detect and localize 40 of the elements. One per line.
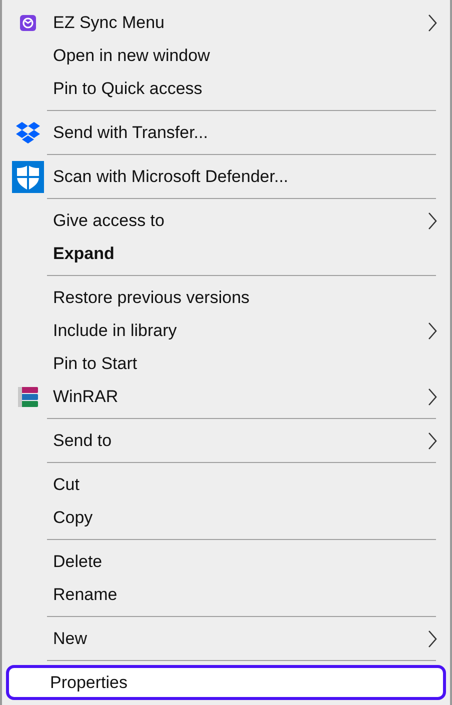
menu-item[interactable]: Give access to <box>9 204 443 237</box>
menu-item[interactable]: Include in library <box>9 314 443 347</box>
menu-item-label: Cut <box>53 474 80 496</box>
sync-icon <box>20 14 36 30</box>
menu-item[interactable]: Properties <box>6 665 446 700</box>
menu-item-label: Give access to <box>53 210 164 232</box>
menu-item-label: Expand <box>53 242 114 265</box>
menu-item-label: Properties <box>50 672 128 694</box>
menu-item-label: EZ Sync Menu <box>53 12 164 34</box>
menu-item[interactable]: Send to <box>9 424 443 457</box>
menu-item[interactable]: Pin to Start <box>9 347 443 380</box>
shield-icon <box>12 160 44 192</box>
menu-item-label: Open in new window <box>53 44 210 67</box>
books-icon <box>16 384 40 408</box>
menu-item[interactable]: Rename <box>9 578 443 611</box>
menu-item-label: New <box>53 628 88 650</box>
menu-item-label: Scan with Microsoft Defender... <box>53 166 288 188</box>
menu-item-label: Include in library <box>53 320 177 342</box>
menu-item[interactable]: Delete <box>9 545 443 578</box>
dropbox-icon <box>16 122 40 144</box>
menu-item[interactable]: EZ Sync Menu <box>9 6 443 39</box>
menu-item[interactable]: Send with Transfer... <box>9 116 443 149</box>
menu-item-label: WinRAR <box>53 386 118 408</box>
menu-item-label: Rename <box>53 584 118 606</box>
menu-item[interactable]: Cut <box>9 468 443 501</box>
menu-item[interactable]: Copy <box>9 501 443 534</box>
menu-item[interactable]: New <box>9 622 443 655</box>
menu-item[interactable]: Open in new window <box>9 39 443 72</box>
menu-item[interactable]: Scan with Microsoft Defender... <box>9 160 443 193</box>
menu-item[interactable]: Pin to Quick access <box>9 72 443 105</box>
menu-item-label: Send with Transfer... <box>53 122 208 144</box>
menu-item[interactable]: Expand <box>9 237 443 270</box>
menu-item-label: Restore previous versions <box>53 286 250 309</box>
menu-item-label: Pin to Quick access <box>53 78 202 100</box>
menu-item-label: Pin to Start <box>53 352 138 375</box>
menu-item-label: Delete <box>53 550 102 573</box>
menu-item[interactable]: Restore previous versions <box>9 281 443 314</box>
menu-item[interactable]: WinRAR <box>9 380 443 413</box>
menu-item-label: Send to <box>53 430 112 452</box>
menu-item-label: Copy <box>53 506 93 529</box>
